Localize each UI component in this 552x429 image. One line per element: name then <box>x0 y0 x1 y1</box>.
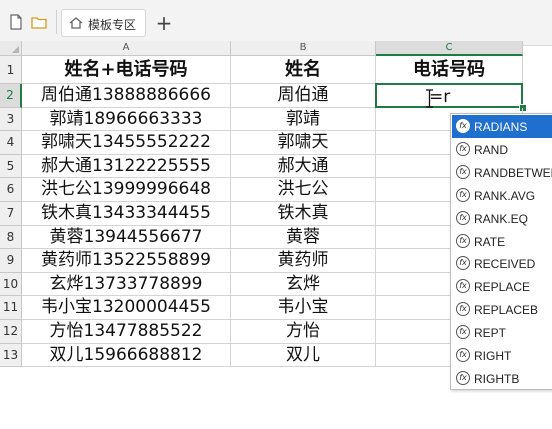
cell-a10[interactable]: 玄烨13733778899 <box>22 272 231 297</box>
cell-a7[interactable]: 铁木真13433344455 <box>22 202 231 226</box>
cell-a13[interactable]: 双儿15966688812 <box>22 343 231 368</box>
autocomplete-item-rightb[interactable]: fx RIGHTB <box>452 367 552 390</box>
autocomplete-item-label: RANDBETWEEN <box>474 165 552 180</box>
function-icon: fx <box>456 279 470 294</box>
autocomplete-item-label: REPLACE <box>474 280 531 295</box>
autocomplete-item-replace[interactable]: fx REPLACE <box>452 275 552 298</box>
function-icon: fx <box>456 370 470 385</box>
function-icon: fx <box>456 210 470 225</box>
formula-text: =r <box>429 87 451 107</box>
cell-b7[interactable]: 铁木真 <box>231 202 376 226</box>
autocomplete-item-label: REPT <box>474 326 507 341</box>
cell-a9[interactable]: 黄药师13522558899 <box>22 249 231 273</box>
row-header-13[interactable]: 13 <box>0 343 22 368</box>
cell-b6[interactable]: 洪七公 <box>231 178 376 202</box>
function-icon: fx <box>456 233 470 248</box>
row-header-11[interactable]: 11 <box>0 296 22 320</box>
select-all-corner[interactable] <box>0 41 22 56</box>
autocomplete-item-label: REPLACEB <box>474 303 539 318</box>
row-header-8[interactable]: 8 <box>0 225 22 250</box>
cell-b12[interactable]: 方怡 <box>231 320 376 344</box>
function-icon: fx <box>456 302 470 317</box>
autocomplete-item-rank-avg[interactable]: fx RANK.AVG <box>452 184 552 207</box>
tab-separator <box>56 10 57 34</box>
cell-b5[interactable]: 郝大通 <box>231 154 376 179</box>
autocomplete-item-label: RATE <box>474 234 506 249</box>
function-icon: fx <box>456 187 470 202</box>
function-autocomplete-list: fxRADIANSfxRANDfxRANDBETWEENfxRANK.AVGfx… <box>450 113 552 390</box>
file-icon[interactable] <box>7 13 25 31</box>
autocomplete-item-radians[interactable]: fx RADIANS <box>452 115 552 138</box>
cell-a11[interactable]: 韦小宝13200004455 <box>22 296 231 320</box>
row-header-4[interactable]: 4 <box>0 131 22 155</box>
autocomplete-item-replaceb[interactable]: fx REPLACEB <box>452 298 552 321</box>
cell-b1[interactable]: 姓名 <box>231 56 376 84</box>
row-header-1[interactable]: 1 <box>0 56 22 84</box>
active-cell-c2[interactable]: =r <box>375 83 523 108</box>
cell-b4[interactable]: 郭啸天 <box>231 131 376 155</box>
tab-label: 模板专区 <box>88 18 137 32</box>
cell-b13[interactable]: 双儿 <box>231 343 376 368</box>
cell-c1[interactable]: 电话号码 <box>376 56 523 84</box>
autocomplete-item-label: RADIANS <box>474 120 528 134</box>
column-header-c[interactable]: C <box>376 41 523 56</box>
function-icon: fx <box>456 164 470 179</box>
autocomplete-item-label: RIGHTB <box>474 371 520 386</box>
row-header-7[interactable]: 7 <box>0 202 22 226</box>
row-header-5[interactable]: 5 <box>0 154 22 179</box>
cell-a8[interactable]: 黄蓉13944556677 <box>22 225 231 250</box>
autocomplete-item-label: RANK.AVG <box>474 188 536 203</box>
folder-icon[interactable] <box>30 13 48 31</box>
cell-b10[interactable]: 玄烨 <box>231 272 376 297</box>
cell-b2[interactable]: 周伯通 <box>231 84 376 108</box>
tab-template-zone[interactable]: 模板专区 <box>61 9 146 37</box>
cell-b9[interactable]: 黄药师 <box>231 249 376 273</box>
row-header-6[interactable]: 6 <box>0 178 22 202</box>
cell-a6[interactable]: 洪七公13999996648 <box>22 178 231 202</box>
row-header-12[interactable]: 12 <box>0 320 22 344</box>
autocomplete-item-rept[interactable]: fx REPT <box>452 321 552 344</box>
column-header-b[interactable]: B <box>231 41 376 56</box>
tab-bar: 模板专区 + <box>0 0 552 46</box>
function-icon: fx <box>456 141 470 156</box>
autocomplete-item-rand[interactable]: fx RAND <box>452 138 552 161</box>
autocomplete-item-label: RAND <box>474 142 509 157</box>
row-header-3[interactable]: 3 <box>0 107 22 132</box>
autocomplete-item-right[interactable]: fx RIGHT <box>452 344 552 367</box>
row-header-2[interactable]: 2 <box>0 84 22 108</box>
cell-a5[interactable]: 郝大通13122225555 <box>22 154 231 179</box>
cell-a3[interactable]: 郭靖18966663333 <box>22 107 231 132</box>
autocomplete-item-label: RANK.EQ <box>474 211 529 226</box>
function-icon: fx <box>456 325 470 340</box>
add-tab-button[interactable]: + <box>150 9 178 37</box>
home-icon <box>69 17 83 29</box>
autocomplete-item-rate[interactable]: fx RATE <box>452 230 552 253</box>
column-header-a[interactable]: A <box>22 41 231 56</box>
autocomplete-item-label: RECEIVED <box>474 257 536 272</box>
autocomplete-item-randbetween[interactable]: fx RANDBETWEEN <box>452 161 552 184</box>
cell-a1[interactable]: 姓名+电话号码 <box>22 56 231 84</box>
cell-b11[interactable]: 韦小宝 <box>231 296 376 320</box>
cell-a4[interactable]: 郭啸天13455552222 <box>22 131 231 155</box>
cell-b3[interactable]: 郭靖 <box>231 107 376 132</box>
cell-a12[interactable]: 方怡13477885522 <box>22 320 231 344</box>
cell-b8[interactable]: 黄蓉 <box>231 225 376 250</box>
autocomplete-item-rank-eq[interactable]: fx RANK.EQ <box>452 207 552 230</box>
row-header-9[interactable]: 9 <box>0 249 22 273</box>
cell-a2[interactable]: 周伯通13888886666 <box>22 84 231 108</box>
function-icon: fx <box>456 348 470 362</box>
autocomplete-item-received[interactable]: fx RECEIVED <box>452 252 552 275</box>
row-header-10[interactable]: 10 <box>0 272 22 297</box>
function-icon: fx <box>456 119 470 133</box>
autocomplete-item-label: RIGHT <box>474 349 512 363</box>
function-icon: fx <box>456 256 470 271</box>
